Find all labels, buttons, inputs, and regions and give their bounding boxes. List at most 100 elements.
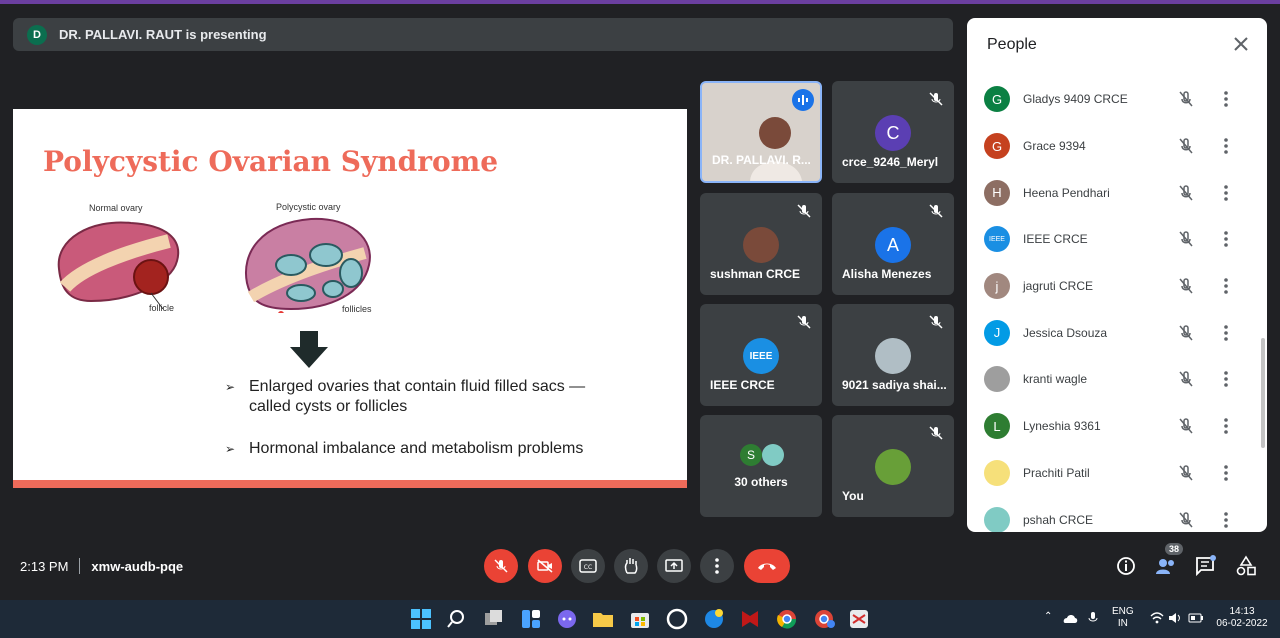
participant-list-item[interactable]: Prachiti Patil (967, 450, 1267, 497)
chat-icon[interactable] (1195, 555, 1217, 577)
participant-tile[interactable]: 9021 sadiya shai... (832, 304, 954, 406)
mic-muted-icon[interactable] (1177, 417, 1195, 435)
more-vert-icon[interactable] (1220, 370, 1232, 388)
caption-polycystic-ovary: Polycystic ovary (276, 202, 341, 212)
more-vert-icon[interactable] (1220, 324, 1232, 342)
participant-name: 9021 sadiya shai... (842, 378, 947, 392)
mic-muted-icon[interactable] (1177, 137, 1195, 155)
mic-muted-icon (929, 315, 943, 329)
mic-muted-icon[interactable] (1177, 90, 1195, 108)
participant-tile-presenter[interactable]: DR. PALLAVI. R... (700, 81, 822, 183)
mic-muted-icon (929, 204, 943, 218)
participant-name: kranti wagle (1023, 372, 1088, 387)
participant-list-item[interactable]: IEEE IEEE CRCE (967, 216, 1267, 263)
tray-overflow-chevron-icon[interactable]: ⌃ (1044, 611, 1052, 623)
chrome-icon[interactable] (776, 608, 798, 630)
meeting-details-info-icon[interactable] (1115, 555, 1137, 577)
participant-tile[interactable]: IEEE IEEE CRCE (700, 304, 822, 406)
participant-avatar: G (984, 133, 1010, 160)
mic-muted-icon[interactable] (1177, 324, 1195, 342)
more-vert-icon[interactable] (1220, 464, 1232, 482)
clock-time: 14:13 (1229, 606, 1255, 617)
participant-avatar: H (984, 179, 1010, 206)
participant-avatar: IEEE (984, 226, 1010, 253)
participant-list-item[interactable]: J Jessica Dsouza (967, 309, 1267, 356)
slide-bullet: ➢ Enlarged ovaries that contain fluid fi… (225, 377, 635, 417)
onedrive-cloud-icon[interactable] (1062, 612, 1078, 624)
mcafee-icon[interactable] (739, 608, 761, 630)
battery-icon[interactable] (1188, 613, 1204, 623)
participant-name: pshah CRCE (1023, 512, 1094, 527)
participant-tile[interactable]: A Alisha Menezes (832, 193, 954, 295)
snipping-tool-icon[interactable] (848, 608, 870, 630)
participant-list-item[interactable]: G Grace 9394 (967, 123, 1267, 170)
system-clock[interactable]: 14:13 06-02-2022 (1212, 606, 1272, 630)
polycystic-ovary-illustration (245, 217, 371, 313)
people-icon[interactable] (1155, 555, 1177, 577)
microsoft-store-icon[interactable] (629, 608, 651, 630)
more-options-button[interactable] (700, 549, 734, 583)
caption-follicle: follicle (149, 303, 175, 313)
more-vert-icon[interactable] (1220, 184, 1232, 202)
volume-icon[interactable] (1168, 612, 1182, 624)
participant-tile-self[interactable]: You (832, 415, 954, 517)
participant-name: Grace 9394 (1023, 139, 1086, 154)
participant-list-item[interactable]: pshah CRCE (967, 496, 1267, 532)
bullet-text: Enlarged ovaries that contain fluid fill… (249, 378, 586, 395)
people-scrollbar[interactable] (1261, 338, 1265, 448)
camera-off-icon (537, 559, 553, 573)
participant-tile[interactable]: C crce_9246_Meryl (832, 81, 954, 183)
participant-avatar: L (984, 413, 1010, 440)
browser-icon[interactable] (703, 608, 725, 630)
participant-name: IEEE CRCE (1023, 232, 1088, 247)
chrome-profile-icon[interactable] (813, 608, 835, 630)
chat-teams-icon[interactable] (556, 608, 578, 630)
input-language[interactable]: ENG IN (1112, 606, 1134, 630)
mic-toggle-button[interactable] (484, 549, 518, 583)
present-now-button[interactable] (657, 549, 691, 583)
raise-hand-button[interactable] (614, 549, 648, 583)
search-icon[interactable] (447, 608, 469, 630)
mic-muted-icon (929, 426, 943, 440)
close-icon[interactable] (1233, 36, 1249, 52)
participant-list: G Gladys 9409 CRCE G Grace 9394 H Heena Pendh… (967, 76, 1267, 532)
participant-list-item[interactable]: j jagruti CRCE (967, 263, 1267, 310)
meeting-time: 2:13 PM (20, 558, 69, 574)
mic-muted-icon[interactable] (1177, 277, 1195, 295)
participant-name: Heena Pendhari (1023, 185, 1110, 200)
app-icon-circle[interactable] (666, 608, 688, 630)
more-vert-icon[interactable] (1220, 417, 1232, 435)
widgets-icon[interactable] (520, 608, 542, 630)
slide-accent-bar (13, 480, 687, 488)
mic-muted-icon[interactable] (1177, 464, 1195, 482)
participant-list-item[interactable]: L Lyneshia 9361 (967, 403, 1267, 450)
file-explorer-icon[interactable] (592, 608, 614, 630)
more-vert-icon[interactable] (1220, 137, 1232, 155)
more-vert-icon[interactable] (1220, 230, 1232, 248)
meeting-code: xmw-audb-pqe (91, 558, 184, 574)
mic-muted-icon[interactable] (1177, 511, 1195, 529)
presenter-avatar: D (27, 24, 47, 45)
more-vert-icon (715, 558, 719, 574)
leave-call-button[interactable] (744, 549, 790, 583)
microphone-tray-icon[interactable] (1087, 611, 1099, 625)
hang-up-icon (758, 563, 776, 570)
participant-list-item[interactable]: H Heena Pendhari (967, 169, 1267, 216)
mic-muted-icon[interactable] (1177, 184, 1195, 202)
activities-icon[interactable] (1235, 555, 1257, 577)
more-vert-icon[interactable] (1220, 511, 1232, 529)
more-vert-icon[interactable] (1220, 90, 1232, 108)
mic-muted-icon[interactable] (1177, 370, 1195, 388)
participant-list-item[interactable]: kranti wagle (967, 356, 1267, 403)
more-vert-icon[interactable] (1220, 277, 1232, 295)
others-tile[interactable]: S 30 others (700, 415, 822, 517)
wifi-icon[interactable] (1150, 612, 1164, 624)
participant-photo-avatar (875, 449, 911, 485)
participant-list-item[interactable]: G Gladys 9409 CRCE (967, 76, 1267, 123)
participant-tile[interactable]: sushman CRCE (700, 193, 822, 295)
captions-button[interactable]: CC (571, 549, 605, 583)
camera-toggle-button[interactable] (528, 549, 562, 583)
task-view-icon[interactable] (483, 608, 505, 630)
mic-muted-icon[interactable] (1177, 230, 1195, 248)
windows-start-icon[interactable] (410, 608, 432, 630)
